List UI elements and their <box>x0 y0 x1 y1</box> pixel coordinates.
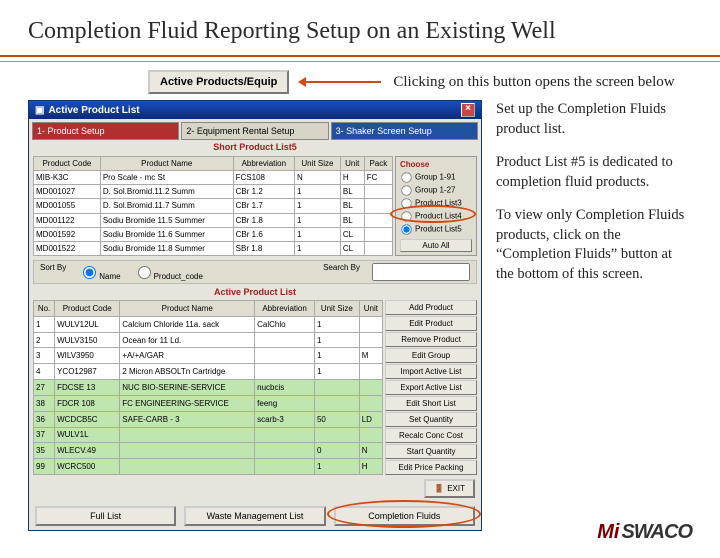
search-label: Search By <box>323 263 360 281</box>
col-header: Product Code <box>34 157 101 171</box>
button-caption: Clicking on this button opens the screen… <box>393 73 674 91</box>
export-list-button[interactable]: Export Active List <box>385 380 477 395</box>
arrow-icon <box>301 81 381 83</box>
completion-fluids-button[interactable]: Completion Fluids <box>334 506 475 526</box>
table-row[interactable]: MD001027D. Sol.Bromid.11.2 SummCBr 1.21B… <box>34 185 393 199</box>
sort-name-radio[interactable]: Name <box>78 263 120 281</box>
app-window: ▣ Active Product List × 1- Product Setup… <box>28 100 482 531</box>
sort-search-row: Sort By Name Product_code Search By <box>33 260 477 284</box>
table-row[interactable]: MD001055D. Sol.Bromid.11.7 SummCBr 1.71B… <box>34 199 393 213</box>
tab-product-setup[interactable]: 1- Product Setup <box>32 122 179 140</box>
auto-all-button[interactable]: Auto All <box>400 239 472 252</box>
table-row[interactable]: 2WULV3150Ocean for 11 Ld.1 <box>34 332 383 348</box>
window-titlebar: ▣ Active Product List × <box>29 101 481 119</box>
table-row[interactable]: 35WLECV.490N <box>34 443 383 459</box>
window-title: Active Product List <box>48 105 139 116</box>
active-products-button[interactable]: Active Products/Equip <box>148 70 289 94</box>
table-row[interactable]: 3WILV3950+A/+A/GAR1M <box>34 348 383 364</box>
import-list-button[interactable]: Import Active List <box>385 364 477 379</box>
edit-price-button[interactable]: Edit Price Packing <box>385 460 477 475</box>
recalc-cost-button[interactable]: Recalc Conc Cost <box>385 428 477 443</box>
col-header: Unit <box>359 301 382 317</box>
divider-grey <box>0 61 720 62</box>
full-list-button[interactable]: Full List <box>35 506 176 526</box>
table-row[interactable]: 37WULV1L <box>34 427 383 443</box>
active-product-table: No. Product Code Product Name Abbreviati… <box>33 300 383 475</box>
logo: MiSWACO <box>597 521 692 544</box>
tab-equipment-rental[interactable]: 2- Equipment Rental Setup <box>181 122 328 140</box>
close-icon[interactable]: × <box>461 103 475 117</box>
add-product-button[interactable]: Add Product <box>385 300 477 315</box>
radio-option[interactable]: Group 1-91 <box>400 171 472 184</box>
exit-icon: 🚪 <box>434 484 444 493</box>
slide-title: Completion Fluid Reporting Setup on an E… <box>28 18 692 45</box>
tab-shaker-screen[interactable]: 3- Shaker Screen Setup <box>331 122 478 140</box>
radio-option[interactable]: Group 1-27 <box>400 184 472 197</box>
active-list-title: Active Product List <box>29 286 481 298</box>
edit-group-button[interactable]: Edit Group <box>385 348 477 363</box>
edit-short-list-button[interactable]: Edit Short List <box>385 396 477 411</box>
col-header: Pack <box>364 157 392 171</box>
logo-swaco: SWACO <box>621 521 692 544</box>
para-3: To view only Completion Fluids products,… <box>496 206 692 284</box>
col-header: Unit Size <box>294 157 340 171</box>
radio-option[interactable]: Product List3 <box>400 197 472 210</box>
col-header: Product Name <box>100 157 233 171</box>
side-buttons: Add Product Edit Product Remove Product … <box>385 300 477 475</box>
sort-code-radio[interactable]: Product_code <box>133 263 203 281</box>
table-row[interactable]: MIB-K3CPro Scale - mc StFCS108NHFC <box>34 171 393 185</box>
col-header: Unit <box>340 157 364 171</box>
radio-option[interactable]: Product List4 <box>400 210 472 223</box>
edit-product-button[interactable]: Edit Product <box>385 316 477 331</box>
col-header: Abbreviation <box>255 301 315 317</box>
table-row[interactable]: 27FDCSE 13NUC BIO-SERINE-SERVICEnucbcis <box>34 380 383 396</box>
logo-mi: Mi <box>597 521 619 544</box>
table-row[interactable]: 99WCRC5001H <box>34 459 383 475</box>
window-icon: ▣ <box>35 105 44 116</box>
short-product-table: Product Code Product Name Abbreviation U… <box>33 156 393 256</box>
waste-mgmt-button[interactable]: Waste Management List <box>184 506 325 526</box>
para-1: Set up the Completion Fluids product lis… <box>496 100 692 139</box>
col-header: Unit Size <box>314 301 359 317</box>
col-header: Product Code <box>55 301 120 317</box>
table-row[interactable]: 36WCDCB5CSAFE-CARB - 3scarb-350LD <box>34 411 383 427</box>
divider-orange <box>0 55 720 57</box>
col-header: No. <box>34 301 55 317</box>
table-row[interactable]: 4YCO129872 Micron ABSOLTn Cartridge1 <box>34 364 383 380</box>
radio-option[interactable]: Product List5 <box>400 223 472 236</box>
sort-label: Sort By <box>40 263 66 281</box>
col-header: Abbreviation <box>233 157 294 171</box>
table-row[interactable]: MD001122Sodiu Bromide 11.5 SummerCBr 1.8… <box>34 213 393 227</box>
exit-button[interactable]: 🚪EXIT <box>424 479 475 498</box>
table-row[interactable]: MD001592Sodiu Bromide 11.6 SummerCBr 1.6… <box>34 227 393 241</box>
short-list-title: Short Product List5 <box>29 140 481 154</box>
explanation-text: Set up the Completion Fluids product lis… <box>496 100 692 531</box>
start-quantity-button[interactable]: Start Quantity <box>385 444 477 459</box>
table-row[interactable]: 1WULV12ULCalcium Chloride 11a. sackCalCh… <box>34 316 383 332</box>
choose-panel: Choose Group 1-91 Group 1-27 Product Lis… <box>395 156 477 256</box>
col-header: Product Name <box>120 301 255 317</box>
remove-product-button[interactable]: Remove Product <box>385 332 477 347</box>
choose-header: Choose <box>400 160 472 169</box>
set-quantity-button[interactable]: Set Quantity <box>385 412 477 427</box>
para-2: Product List #5 is dedicated to completi… <box>496 153 692 192</box>
search-input[interactable] <box>372 263 470 281</box>
table-row[interactable]: 38FDCR 108FC ENGINEERING-SERVICEfeeng <box>34 395 383 411</box>
table-row[interactable]: MD001522Sodiu Bromide 11.8 SummerSBr 1.8… <box>34 241 393 255</box>
